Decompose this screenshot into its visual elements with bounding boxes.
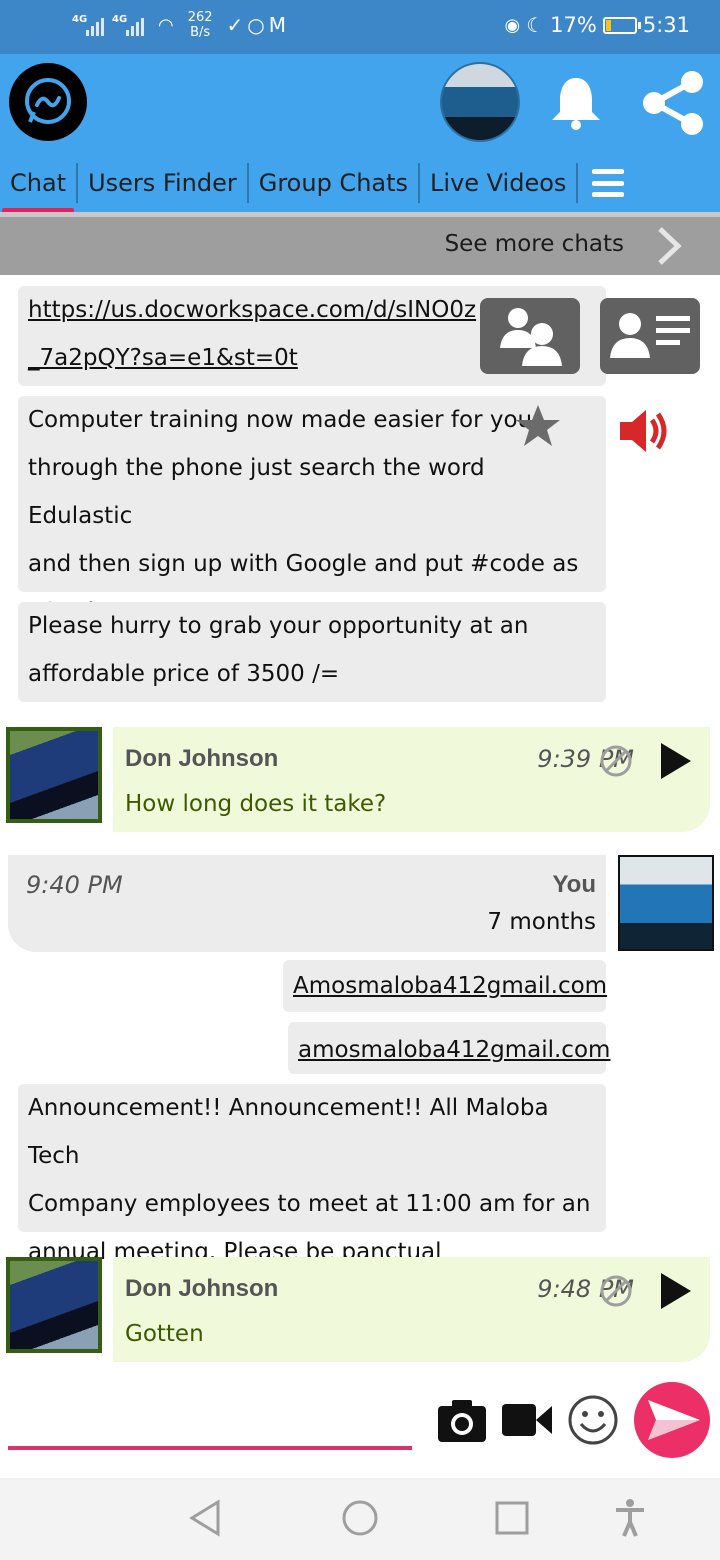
- network-speed: 262 B/s: [188, 10, 213, 40]
- speed-value: 262: [187, 10, 213, 25]
- status-right: ◉ ☾ 17% 5:31: [504, 13, 690, 37]
- announcement-message-2[interactable]: Please hurry to grab your opportunity at…: [18, 602, 606, 702]
- message-line: Announcement!! Announcement!! All Maloba…: [28, 1095, 549, 1169]
- home-icon[interactable]: [340, 1498, 380, 1538]
- tab-chat[interactable]: Chat: [0, 163, 76, 215]
- notification-icons: ✓○M: [226, 13, 291, 37]
- tab-group-chats[interactable]: Group Chats: [249, 163, 418, 203]
- tab-divider: [576, 163, 579, 203]
- recents-icon[interactable]: [492, 1498, 532, 1538]
- status-bar: 4G 4G ◠ 262 B/s ✓○M ◉ ☾ 17% 5:31: [0, 0, 720, 54]
- block-icon[interactable]: [599, 1274, 633, 1308]
- signal-icon: 4G: [72, 14, 104, 36]
- email-message-1[interactable]: Amosmaloba412gmail.com: [283, 960, 607, 1012]
- message-text: 7 months: [487, 909, 596, 935]
- status-left: 4G 4G ◠ 262 B/s ✓○M: [72, 10, 290, 40]
- battery-icon: [602, 16, 641, 34]
- signal-icon-2: 4G: [112, 14, 144, 36]
- users-button[interactable]: [480, 298, 580, 374]
- users-icon: [500, 308, 562, 366]
- sender-avatar[interactable]: [6, 727, 102, 823]
- message-time: 9:40 PM: [26, 871, 123, 899]
- speaker-icon[interactable]: [616, 404, 672, 458]
- app-header: Chat Users Finder Group Chats Live Video…: [0, 54, 720, 215]
- system-nav-bar: [0, 1478, 720, 1560]
- accessibility-icon[interactable]: [610, 1498, 650, 1538]
- battery-percent: 17%: [550, 13, 597, 37]
- announcement-message-3[interactable]: Announcement!! Announcement!! All Maloba…: [18, 1084, 606, 1265]
- tab-users-finder[interactable]: Users Finder: [78, 163, 247, 203]
- message-line: Please hurry to grab your opportunity at…: [28, 613, 529, 639]
- tab-bar: Chat Users Finder Group Chats Live Video…: [0, 158, 720, 215]
- message-text: Gotten: [125, 1321, 204, 1347]
- speed-unit: B/s: [190, 25, 211, 40]
- sender-avatar[interactable]: [6, 1257, 102, 1353]
- my-avatar[interactable]: [618, 855, 714, 951]
- email-message-2[interactable]: amosmaloba412gmail.com: [288, 1022, 610, 1074]
- clock: 5:31: [642, 13, 690, 37]
- email-link[interactable]: amosmaloba412gmail.com: [298, 1037, 610, 1063]
- messenger-logo-icon[interactable]: [9, 63, 87, 141]
- see-more-chats-bar[interactable]: See more chats: [0, 217, 720, 275]
- menu-icon[interactable]: [592, 169, 625, 197]
- message-line: affordable price of 3500 /=: [28, 661, 340, 687]
- sender-name: Don Johnson: [125, 1275, 279, 1302]
- profile-avatar[interactable]: [440, 62, 520, 142]
- message-line: through the phone just search the word E…: [28, 455, 485, 529]
- incoming-message[interactable]: Don Johnson 9:39 PM How long does it tak…: [113, 727, 710, 832]
- sender-name: Don Johnson: [125, 745, 279, 772]
- video-icon[interactable]: [500, 1400, 554, 1440]
- contact-card-button[interactable]: [600, 298, 700, 374]
- chevron-right-icon[interactable]: [654, 225, 684, 267]
- network-type-1: 4G: [72, 14, 88, 25]
- network-type-2: 4G: [112, 14, 128, 25]
- see-more-chats-label: See more chats: [444, 231, 624, 257]
- send-icon: [648, 1400, 700, 1440]
- message-line: and then sign up with Google and put #co…: [28, 551, 579, 577]
- eye-icon: ◉: [504, 14, 521, 36]
- message-text: How long does it take?: [125, 791, 387, 817]
- input-underline: [8, 1446, 412, 1450]
- message-line: Computer training now made easier for yo…: [28, 407, 533, 433]
- camera-icon[interactable]: [436, 1398, 488, 1444]
- block-icon[interactable]: [599, 744, 633, 778]
- message-line: Company employees to meet at 11:00 am fo…: [28, 1191, 591, 1217]
- sender-name: You: [552, 871, 596, 898]
- email-link[interactable]: Amosmaloba412gmail.com: [293, 973, 607, 999]
- bell-icon[interactable]: [546, 72, 606, 132]
- incoming-message[interactable]: Don Johnson 9:48 PM Gotten: [113, 1257, 710, 1362]
- share-icon[interactable]: [638, 68, 708, 138]
- tab-live-videos[interactable]: Live Videos: [420, 163, 576, 203]
- back-icon[interactable]: [186, 1498, 226, 1538]
- message-input[interactable]: [8, 1400, 412, 1444]
- outgoing-message[interactable]: 9:40 PM You 7 months: [8, 855, 606, 952]
- play-icon[interactable]: [659, 741, 693, 781]
- play-icon[interactable]: [659, 1271, 693, 1311]
- wifi-icon: ◠: [158, 14, 174, 36]
- moon-icon: ☾: [526, 13, 545, 37]
- emoji-icon[interactable]: [567, 1394, 619, 1446]
- star-icon[interactable]: [514, 402, 562, 450]
- contact-card-icon: [610, 313, 690, 358]
- send-button[interactable]: [634, 1382, 710, 1458]
